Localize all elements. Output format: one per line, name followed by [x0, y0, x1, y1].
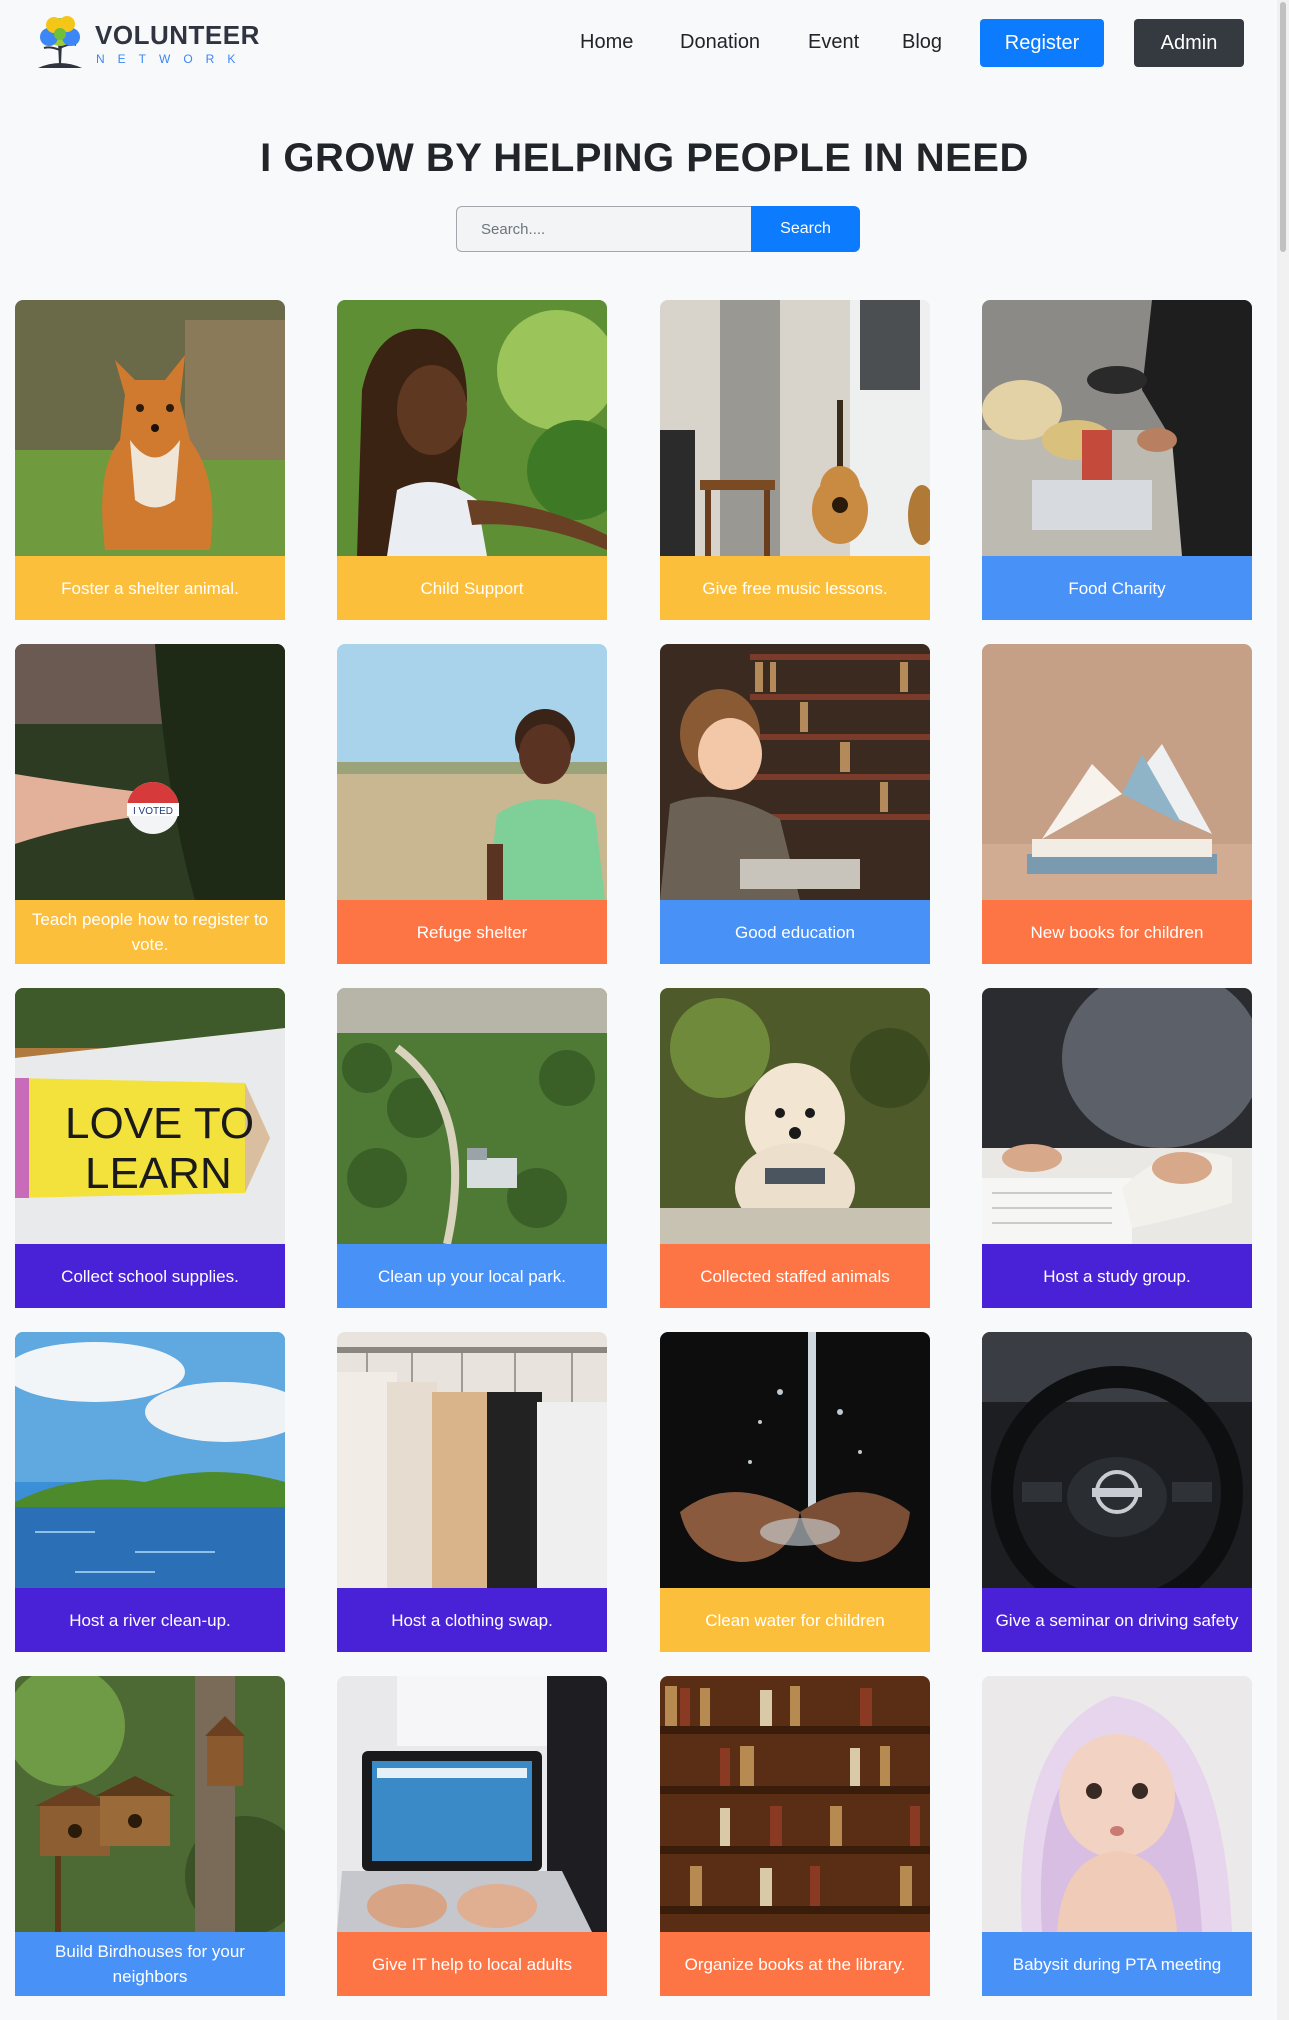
event-title: Host a study group.: [982, 1244, 1252, 1308]
event-image-food-sorting: [982, 300, 1252, 556]
event-card[interactable]: Organize books at the library.: [660, 1676, 930, 1996]
event-image-birdhouses: [15, 1676, 285, 1932]
event-title: Collect school supplies.: [15, 1244, 285, 1308]
event-title: New books for children: [982, 900, 1252, 964]
event-card[interactable]: Host a study group.: [982, 988, 1252, 1308]
event-image-guitar-room: [660, 300, 930, 556]
event-image-boy-reading-library: [660, 644, 930, 900]
event-title: Teach people how to register to vote.: [15, 900, 285, 964]
event-image-laptop: [337, 1676, 607, 1932]
event-card[interactable]: Foster a shelter animal.: [15, 300, 285, 620]
event-title: Host a river clean-up.: [15, 1588, 285, 1652]
event-title: Give IT help to local adults: [337, 1932, 607, 1996]
event-card[interactable]: Host a clothing swap.: [337, 1332, 607, 1652]
event-image-study-notes: [982, 988, 1252, 1244]
event-image-boy-in-field: [337, 644, 607, 900]
event-image-steering-wheel: [982, 1332, 1252, 1588]
event-image-bookshelf: [660, 1676, 930, 1932]
event-card[interactable]: Clean water for children: [660, 1332, 930, 1652]
svg-text:LEARN: LEARN: [85, 1149, 232, 1198]
event-title: Food Charity: [982, 556, 1252, 620]
event-title: Organize books at the library.: [660, 1932, 930, 1996]
event-card[interactable]: Babysit during PTA meeting: [982, 1676, 1252, 1996]
event-title: Give a seminar on driving safety: [982, 1588, 1252, 1652]
event-card[interactable]: Give IT help to local adults: [337, 1676, 607, 1996]
event-card[interactable]: Collected staffed animals: [660, 988, 930, 1308]
event-card[interactable]: Give free music lessons.: [660, 300, 930, 620]
event-card[interactable]: New books for children: [982, 644, 1252, 964]
event-image-baby: [982, 1676, 1252, 1932]
event-image-poodle: [660, 988, 930, 1244]
event-title: Refuge shelter: [337, 900, 607, 964]
event-title: Babysit during PTA meeting: [982, 1932, 1252, 1996]
event-title: Collected staffed animals: [660, 1244, 930, 1308]
event-image-water-hands: [660, 1332, 930, 1588]
event-card[interactable]: Host a river clean-up.: [15, 1332, 285, 1652]
svg-text:LOVE TO: LOVE TO: [65, 1099, 254, 1148]
event-card[interactable]: Food Charity: [982, 300, 1252, 620]
event-title: Host a clothing swap.: [337, 1588, 607, 1652]
event-title: Build Birdhouses for your neighbors: [15, 1932, 285, 1996]
event-image-river: [15, 1332, 285, 1588]
event-card[interactable]: Clean up your local park.: [337, 988, 607, 1308]
event-title: Clean up your local park.: [337, 1244, 607, 1308]
event-image-fox: [15, 300, 285, 556]
event-card[interactable]: LOVE TO LEARN Collect school supplies.: [15, 988, 285, 1308]
event-image-clothing-rack: [337, 1332, 607, 1588]
event-image-love-to-learn-pencil: LOVE TO LEARN: [15, 988, 285, 1244]
event-grid: Foster a shelter animal. Child Support G…: [0, 0, 1289, 2020]
event-card[interactable]: Good education: [660, 644, 930, 964]
event-card[interactable]: Build Birdhouses for your neighbors: [15, 1676, 285, 1996]
event-title: Foster a shelter animal.: [15, 556, 285, 620]
event-title: Good education: [660, 900, 930, 964]
event-title: Give free music lessons.: [660, 556, 930, 620]
event-image-open-book: [982, 644, 1252, 900]
event-card[interactable]: I VOTED Teach people how to register to …: [15, 644, 285, 964]
event-card[interactable]: Give a seminar on driving safety: [982, 1332, 1252, 1652]
svg-text:I VOTED: I VOTED: [133, 806, 173, 817]
event-title: Child Support: [337, 556, 607, 620]
event-card[interactable]: Child Support: [337, 300, 607, 620]
event-card[interactable]: Refuge shelter: [337, 644, 607, 964]
event-image-smiling-girl: [337, 300, 607, 556]
event-image-city-park: [337, 988, 607, 1244]
event-image-voted-sticker: I VOTED: [15, 644, 285, 900]
event-title: Clean water for children: [660, 1588, 930, 1652]
